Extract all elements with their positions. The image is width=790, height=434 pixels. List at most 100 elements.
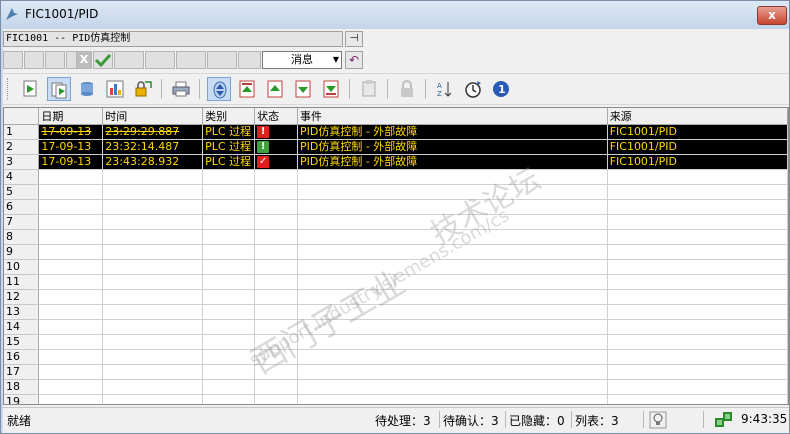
next-message-button[interactable]: [291, 77, 315, 101]
row-number: 12: [4, 289, 40, 305]
last-message-button[interactable]: [319, 77, 343, 101]
status-separator: [703, 411, 704, 428]
alarm-grid: 日期 时间 类别 状态 事件 来源 1 17-09-13 23:29:29.88…: [4, 108, 788, 404]
empty-cell: [202, 379, 256, 395]
status-separator: [643, 411, 644, 428]
empty-cell: [254, 364, 298, 380]
empty-cell: [297, 394, 608, 404]
cell-time: 23:32:14.487: [102, 139, 204, 155]
table-row[interactable]: 2 17-09-13 23:32:14.487 PLC 过程 ! PID仿真控制…: [4, 139, 788, 155]
empty-cell: [102, 214, 204, 230]
status-separator: [439, 411, 440, 428]
cell-category: PLC 过程: [202, 154, 256, 170]
message-type-select[interactable]: 消息 ▼: [262, 51, 342, 69]
table-row[interactable]: 1 17-09-13 23:29:29.887 PLC 过程 ! PID仿真控制…: [4, 124, 788, 140]
table-row[interactable]: 19: [4, 394, 788, 404]
cell-date: 17-09-13: [38, 124, 104, 140]
print-button[interactable]: [169, 77, 193, 101]
table-row[interactable]: 14: [4, 319, 788, 335]
filter-cell-1[interactable]: [3, 51, 23, 69]
column-header-category[interactable]: 类别: [202, 108, 256, 125]
filter-cell-9[interactable]: [238, 51, 261, 69]
filter-cell-7[interactable]: [176, 51, 206, 69]
table-row[interactable]: 9: [4, 244, 788, 260]
autoscroll-button[interactable]: [207, 77, 231, 101]
empty-cell: [38, 394, 104, 404]
cell-status: !: [254, 139, 298, 155]
empty-cell: [607, 214, 788, 230]
column-header-time[interactable]: 时间: [102, 108, 204, 125]
empty-cell: [38, 214, 104, 230]
pin-button[interactable]: ⊣: [345, 31, 363, 47]
empty-cell: [297, 289, 608, 305]
table-row[interactable]: 7: [4, 214, 788, 230]
info-text-icon: [362, 80, 376, 97]
statistics-button[interactable]: [103, 77, 127, 101]
first-message-button[interactable]: [235, 77, 259, 101]
column-header-date[interactable]: 日期: [38, 108, 104, 125]
lock-export-button[interactable]: [131, 77, 155, 101]
empty-cell: [202, 274, 256, 290]
column-header-status[interactable]: 状态: [254, 108, 298, 125]
undo-button[interactable]: ↶: [345, 51, 363, 69]
table-row[interactable]: 8: [4, 229, 788, 245]
time-base-button[interactable]: [461, 77, 485, 101]
empty-cell: [254, 214, 298, 230]
table-row[interactable]: 15: [4, 334, 788, 350]
last-message-icon: [323, 80, 339, 98]
empty-cell: [102, 319, 204, 335]
empty-cell: [297, 364, 608, 380]
column-header-event[interactable]: 事件: [297, 108, 608, 125]
filter-cell-6[interactable]: [145, 51, 175, 69]
filter-cell-8[interactable]: [207, 51, 237, 69]
table-row[interactable]: 4: [4, 169, 788, 185]
empty-cell: [297, 379, 608, 395]
alarm-window: FIC1001/PID x FIC1001 -- PID仿真控制 ⊣ X 消息 …: [0, 0, 790, 434]
row-number: 18: [4, 379, 40, 395]
filter-x-button[interactable]: X: [76, 51, 92, 69]
empty-cell: [297, 319, 608, 335]
table-row[interactable]: 6: [4, 199, 788, 215]
svg-text:Z: Z: [437, 90, 442, 98]
empty-cell: [254, 304, 298, 320]
archive-button[interactable]: [75, 77, 99, 101]
acknowledge-all-icon: [51, 82, 67, 99]
empty-cell: [102, 169, 204, 185]
table-row[interactable]: 18: [4, 379, 788, 395]
lock-button[interactable]: [395, 77, 419, 101]
table-row[interactable]: 12: [4, 289, 788, 305]
empty-cell: [607, 259, 788, 275]
lightbulb-icon[interactable]: [649, 411, 667, 429]
close-button[interactable]: x: [757, 6, 787, 25]
empty-cell: [202, 349, 256, 365]
row-number: 6: [4, 199, 40, 215]
empty-cell: [38, 349, 104, 365]
scroll-updown-icon: [213, 81, 227, 99]
filter-cell-5[interactable]: [114, 51, 144, 69]
table-row[interactable]: 17: [4, 364, 788, 380]
empty-cell: [202, 319, 256, 335]
acknowledge-all-button[interactable]: [47, 77, 71, 101]
empty-cell: [102, 334, 204, 350]
column-header-source[interactable]: 来源: [607, 108, 788, 125]
info-text-button[interactable]: [357, 77, 381, 101]
cell-category: PLC 过程: [202, 139, 256, 155]
filter-check-button[interactable]: [93, 51, 113, 69]
table-row[interactable]: 13: [4, 304, 788, 320]
table-row[interactable]: 16: [4, 349, 788, 365]
svg-text:A: A: [437, 82, 442, 90]
table-row[interactable]: 3 17-09-13 23:43:28.932 PLC 过程 ✓ PID仿真控制…: [4, 154, 788, 170]
filter-cell-3[interactable]: [45, 51, 65, 69]
table-row[interactable]: 10: [4, 259, 788, 275]
table-row[interactable]: 5: [4, 184, 788, 200]
table-row[interactable]: 11: [4, 274, 788, 290]
filter-cell-2[interactable]: [24, 51, 44, 69]
empty-cell: [607, 184, 788, 200]
selection-1-button[interactable]: 1: [489, 77, 513, 101]
acknowledge-button[interactable]: [19, 77, 43, 101]
toolbar-separator: [199, 79, 200, 99]
empty-cell: [607, 364, 788, 380]
previous-message-button[interactable]: [263, 77, 287, 101]
sort-button[interactable]: AZ: [433, 77, 457, 101]
row-number: 15: [4, 334, 40, 350]
